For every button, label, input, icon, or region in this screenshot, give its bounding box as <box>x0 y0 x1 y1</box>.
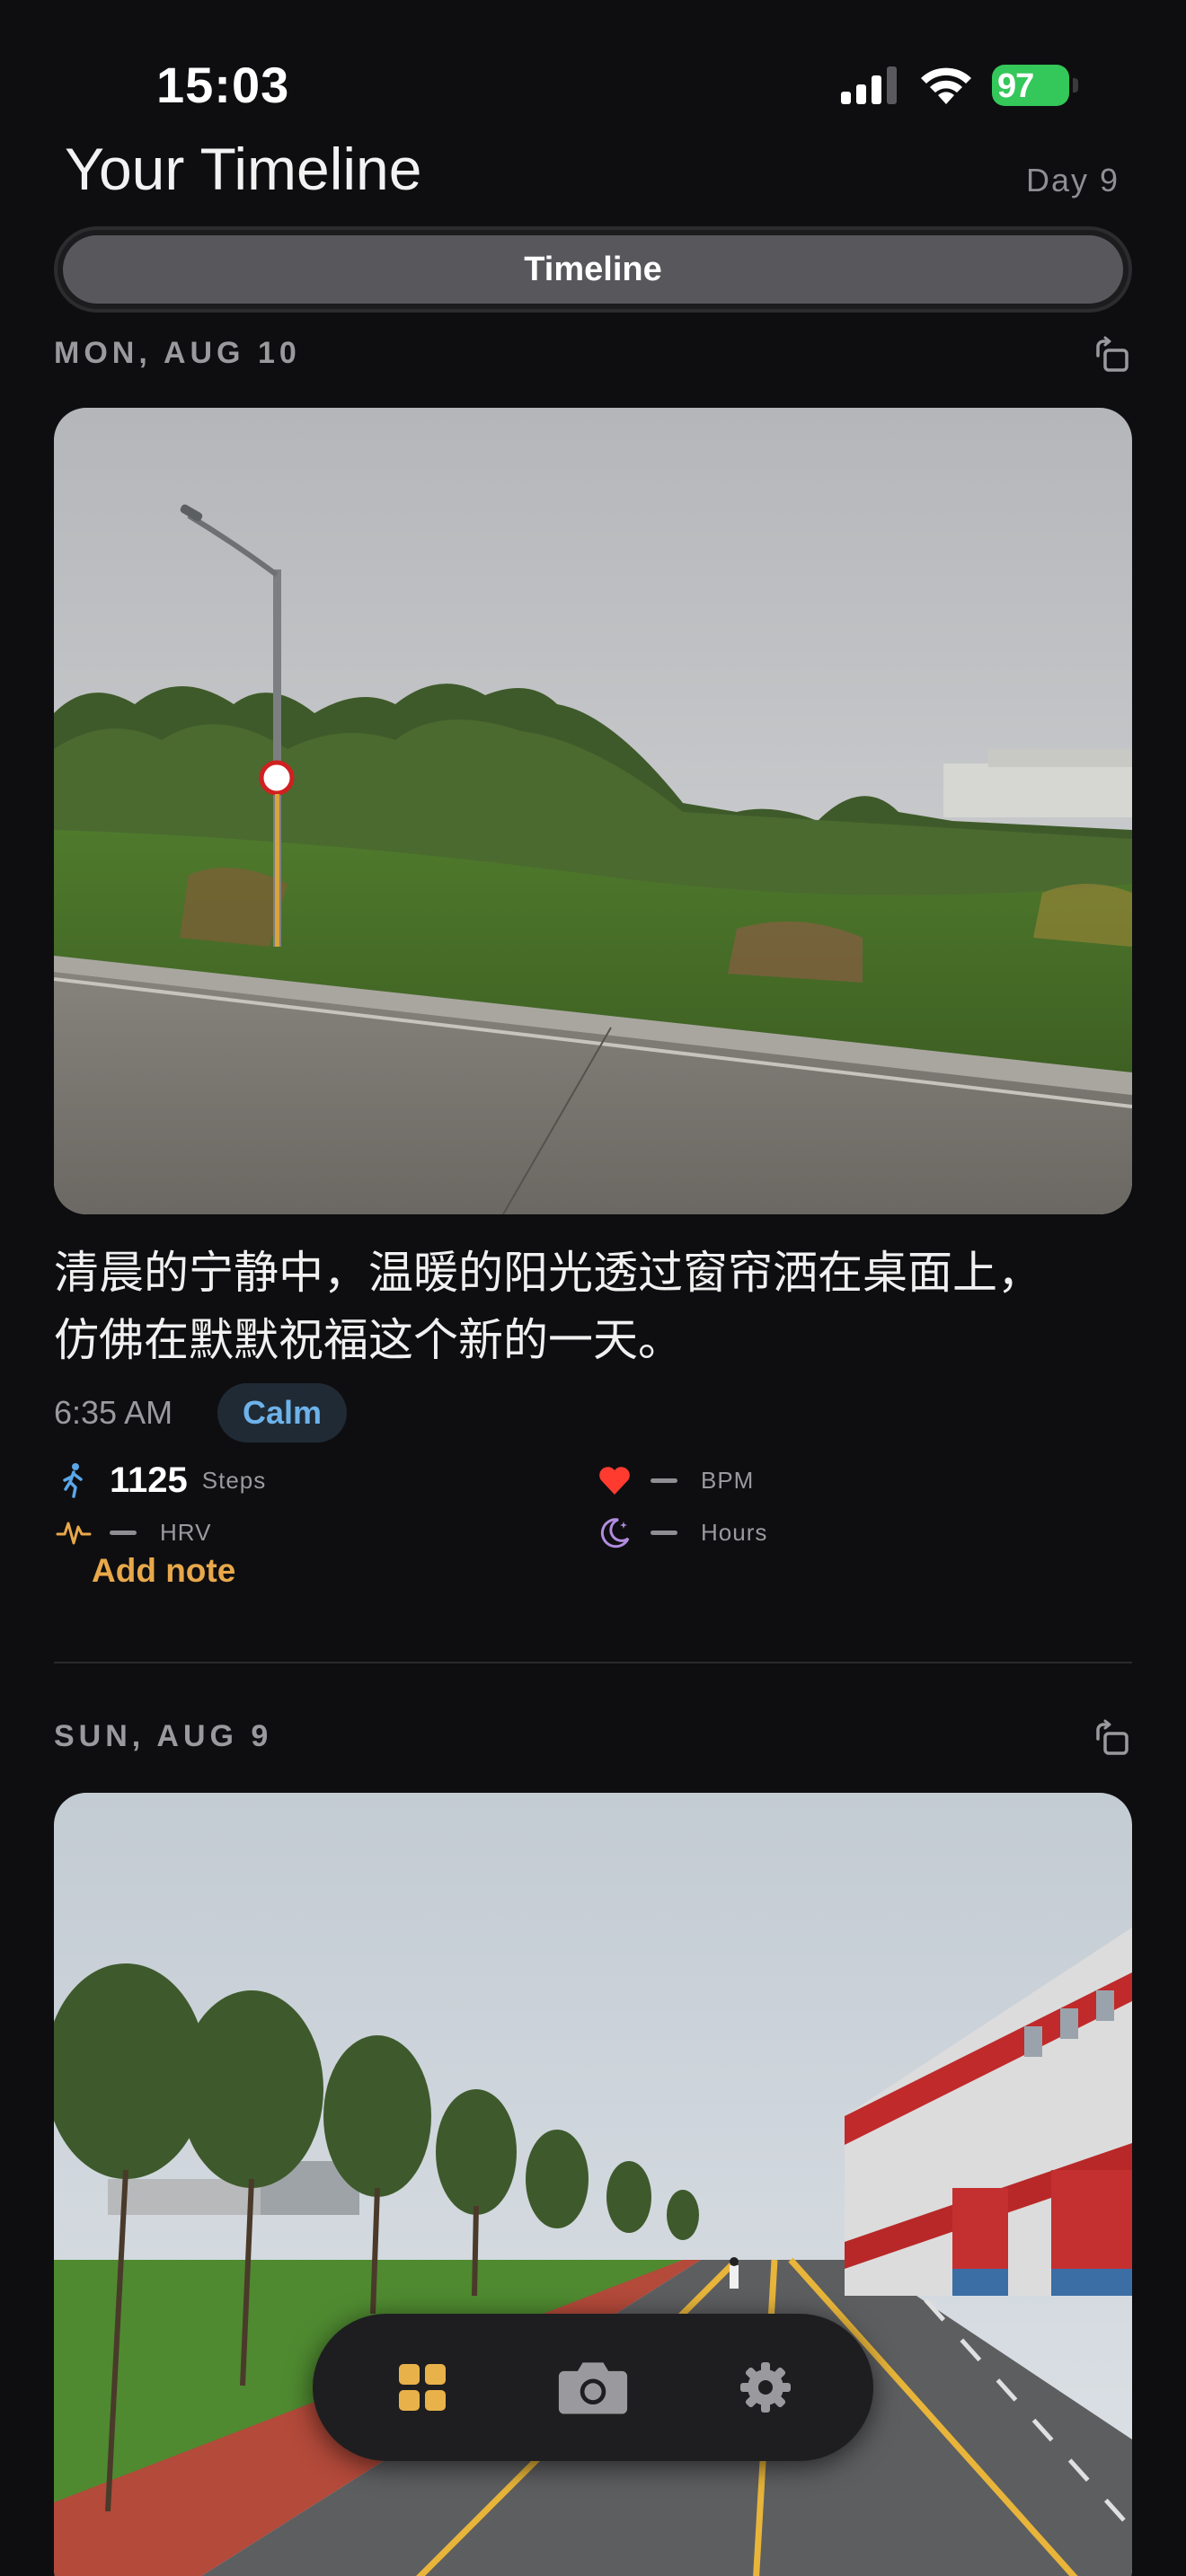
hrv-empty-value <box>110 1530 137 1535</box>
caption-line: 仿佛在默默祝福这个新的一天。 <box>54 1314 683 1366</box>
wifi-icon <box>921 67 971 104</box>
status-time: 15:03 <box>156 57 290 113</box>
segment-timeline[interactable]: Timeline <box>63 235 1123 304</box>
sleep-unit: Hours <box>701 1518 768 1546</box>
heart-rate-metric: BPM <box>597 1459 754 1502</box>
entry-photo[interactable] <box>54 408 1132 1214</box>
bpm-unit: BPM <box>701 1466 755 1494</box>
cellular-signal-icon <box>841 66 897 104</box>
hrv-metric: HRV <box>56 1511 211 1554</box>
hrv-unit: HRV <box>160 1518 212 1546</box>
view-segmented-control[interactable]: Timeline <box>54 226 1132 313</box>
entry-date: SUN, AUG 9 <box>54 1719 273 1753</box>
battery-icon: 97 <box>992 65 1078 106</box>
waveform-icon <box>56 1522 92 1545</box>
rotate-icon[interactable] <box>1093 336 1132 375</box>
bpm-empty-value <box>651 1478 677 1483</box>
tab-camera[interactable] <box>557 2351 629 2423</box>
add-note-button[interactable]: Add note <box>92 1552 235 1590</box>
walking-icon <box>63 1463 83 1498</box>
entry-divider <box>54 1662 1132 1663</box>
status-bar: 15:03 97 <box>0 0 1186 135</box>
sleep-empty-value <box>651 1530 677 1535</box>
mood-badge: Calm <box>217 1383 347 1442</box>
entry-time: 6:35 AM <box>54 1394 173 1431</box>
camera-icon <box>558 2362 628 2414</box>
steps-unit: Steps <box>201 1466 267 1494</box>
entry-caption: 清晨的宁静中，温暖的阳光透过窗帘洒在桌面上， 仿佛在默默祝福这个新的一天。 <box>54 1239 1132 1374</box>
heart-icon <box>599 1467 630 1495</box>
grid-icon <box>399 2364 446 2411</box>
steps-metric: 1125 Steps <box>56 1459 266 1502</box>
moon-icon <box>600 1518 630 1548</box>
roadside-photo <box>54 408 1132 1214</box>
steps-value: 1125 <box>110 1460 188 1500</box>
floating-tab-bar <box>313 2314 873 2461</box>
caption-line: 清晨的宁静中，温暖的阳光透过窗帘洒在桌面上， <box>54 1247 1042 1299</box>
gear-icon <box>740 2362 791 2413</box>
sleep-metric: Hours <box>597 1511 767 1554</box>
tab-timeline[interactable] <box>386 2351 458 2423</box>
rotate-icon[interactable] <box>1093 1719 1132 1759</box>
day-counter: Day 9 <box>1025 162 1120 198</box>
tab-settings[interactable] <box>730 2351 801 2423</box>
battery-level: 97 <box>997 67 1034 105</box>
page-title: Your Timeline <box>65 136 422 202</box>
entry-date: MON, AUG 10 <box>54 336 301 370</box>
